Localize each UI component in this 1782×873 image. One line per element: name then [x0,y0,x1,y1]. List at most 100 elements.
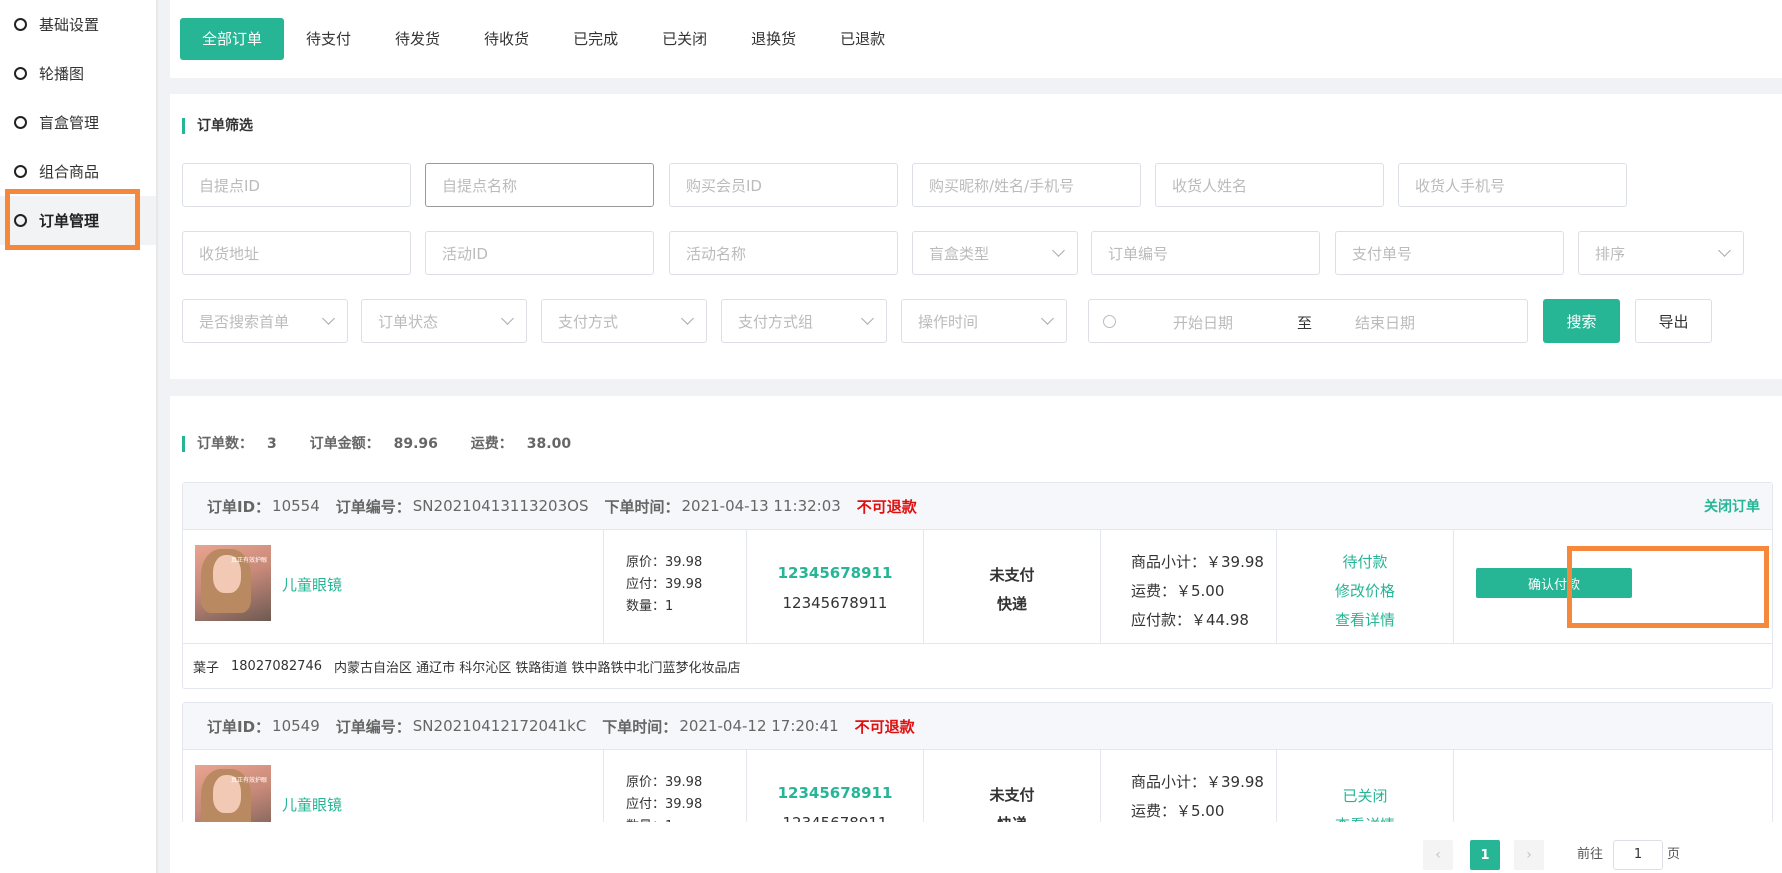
order-body: 真正有效护眼 儿童眼镜 原价：39.98 应付：39.98 数量：1 12345… [183,530,1772,644]
sidebar-item-bundles[interactable]: 组合商品 [0,147,156,196]
tab-closed[interactable]: 已关闭 [640,18,729,60]
order-amount: 89.96 [393,436,438,452]
address-input[interactable]: 收货地址 [182,231,411,275]
current-page[interactable]: 1 [1470,840,1500,870]
sidebar-item-label: 组合商品 [39,163,100,181]
sidebar-item-basic-settings[interactable]: 基础设置 [0,0,156,49]
goto-label: 前往 [1577,847,1604,862]
order-filter-panel: 订单筛选 自提点ID 自提点名称 购买会员ID 购买昵称/姓名/手机号 收货人姓… [170,94,1782,379]
date-separator: 至 [1297,314,1313,332]
quantity: 数量：1 [626,599,674,614]
operation-time-select[interactable]: 操作时间 [901,299,1067,343]
receiver-address: 内蒙古自治区 通辽市 科尔沁区 铁路街道 铁中路铁中北门蓝梦化妆品店 [334,660,741,676]
sidebar-item-label: 基础设置 [39,16,100,34]
tab-pending-shipment[interactable]: 待发货 [373,18,462,60]
receiver-phone-input[interactable]: 收货人手机号 [1398,163,1627,207]
order-card: 订单ID： 10554 订单编号： SN20210413113203OS 下单时间：… [182,482,1773,689]
orders-panel: 订单数： 3 订单金额： 89.96 运费： 38.00 订单ID： 10554 订单编… [170,396,1782,873]
sidebar: 基础设置 轮播图 盲盒管理 组合商品 订单管理 [0,0,158,873]
status-cell: 未支付 快递 [924,530,1101,643]
original-price: 原价：39.98 [626,555,703,570]
buyer-name-phone-input[interactable]: 购买昵称/姓名/手机号 [912,163,1141,207]
subtotal: 商品小计：￥39.98 [1131,773,1264,791]
receiver-name-input[interactable]: 收货人姓名 [1155,163,1384,207]
original-price: 原价：39.98 [626,775,703,790]
goto-page-input[interactable]: 1 [1613,840,1663,870]
buyer-phone-link[interactable]: 12345678911 [747,784,923,802]
chevron-down-icon [861,312,874,325]
payment-method-select[interactable]: 支付方式 [541,299,707,343]
circle-icon [14,214,27,227]
tab-returns[interactable]: 退换货 [729,18,818,60]
activity-id-input[interactable]: 活动ID [425,231,654,275]
order-no-input[interactable]: 订单编号 [1091,231,1320,275]
sidebar-item-label: 盲盒管理 [39,114,100,132]
order-header: 订单ID： 10554 订单编号： SN20210413113203OS 下单时间：… [183,483,1772,530]
order-status-select[interactable]: 订单状态 [361,299,527,343]
product-name-link[interactable]: 儿童眼镜 [282,794,342,815]
sort-select[interactable]: 排序 [1578,231,1744,275]
next-page-button[interactable]: › [1514,840,1544,870]
shipping-method: 快递 [996,595,1027,613]
order-time: 2021-04-12 17:20:41 [679,717,839,735]
sidebar-item-label: 订单管理 [39,212,100,230]
product-cell: 真正有效护眼 儿童眼镜 [183,530,604,643]
payment-status: 未支付 [989,566,1035,584]
closed-status-link[interactable]: 已关闭 [1277,782,1453,811]
page-suffix: 页 [1667,847,1681,862]
circle-icon [14,116,27,129]
order-summary: 订单数： 3 订单金额： 89.96 运费： 38.00 [182,436,599,452]
receiver-phone: 18027082746 [231,658,322,674]
order-time: 2021-04-13 11:32:03 [681,497,841,515]
action-cell: 确认付款 [1454,530,1772,643]
clock-icon [1103,315,1116,328]
pickup-id-input[interactable]: 自提点ID [182,163,411,207]
refund-status: 不可退款 [856,497,917,516]
sidebar-item-label: 轮播图 [39,65,85,83]
date-end: 结束日期 [1355,314,1416,332]
view-details-link[interactable]: 查看详情 [1277,606,1453,635]
first-order-select[interactable]: 是否搜索首单 [182,299,348,343]
order-header: 订单ID： 10549 订单编号： SN20210412172041kC 下单时间：… [183,703,1772,750]
chevron-down-icon [322,312,335,325]
payment-group-select[interactable]: 支付方式组 [721,299,887,343]
order-id: 10554 [272,497,320,515]
pagination: ‹ 1 › 前往 1 页 [0,840,1782,870]
buyer-cell: 12345678911 12345678911 [747,530,924,643]
buyer-phone-link[interactable]: 12345678911 [747,564,923,582]
tab-pending-payment[interactable]: 待支付 [284,18,373,60]
payable-price: 应付：39.98 [626,797,703,812]
date-range-picker[interactable]: 开始日期 至 结束日期 [1088,299,1528,343]
close-order-link[interactable]: 关闭订单 [1704,496,1760,516]
filter-title: 订单筛选 [182,118,253,134]
sidebar-item-carousel[interactable]: 轮播图 [0,49,156,98]
tab-pending-receipt[interactable]: 待收货 [462,18,551,60]
sidebar-item-blind-box[interactable]: 盲盒管理 [0,98,156,147]
member-id-input[interactable]: 购买会员ID [669,163,898,207]
amount-cell: 商品小计：￥39.98 运费：￥5.00 应付款：￥44.98 [1101,530,1277,643]
prev-page-button[interactable]: ‹ [1423,840,1453,870]
price-cell: 原价：39.98 应付：39.98 数量：1 [604,530,747,643]
tab-all-orders[interactable]: 全部订单 [180,18,285,60]
payment-no-input[interactable]: 支付单号 [1335,231,1564,275]
order-count: 3 [267,436,277,452]
order-number: SN20210412172041kC [412,717,587,735]
buyer-phone: 12345678911 [782,594,888,612]
blind-box-type-select[interactable]: 盲盒类型 [912,231,1078,275]
pickup-name-input[interactable]: 自提点名称 [425,163,654,207]
modify-price-link[interactable]: 修改价格 [1277,577,1453,606]
product-image[interactable]: 真正有效护眼 [195,545,271,621]
operations-cell: 待付款 修改价格 查看详情 [1277,530,1454,643]
order-number: SN20210413113203OS [412,497,589,515]
tab-refunded[interactable]: 已退款 [818,18,907,60]
export-button[interactable]: 导出 [1635,299,1712,343]
sidebar-item-orders[interactable]: 订单管理 [0,196,156,245]
product-name-link[interactable]: 儿童眼镜 [282,574,342,595]
order-status-tabs: 全部订单 待支付 待发货 待收货 已完成 已关闭 退换货 已退款 [170,0,1782,78]
tab-completed[interactable]: 已完成 [551,18,640,60]
pending-payment-link[interactable]: 待付款 [1277,548,1453,577]
search-button[interactable]: 搜索 [1543,299,1620,343]
activity-name-input[interactable]: 活动名称 [669,231,898,275]
confirm-payment-button[interactable]: 确认付款 [1476,568,1632,598]
circle-icon [14,18,27,31]
